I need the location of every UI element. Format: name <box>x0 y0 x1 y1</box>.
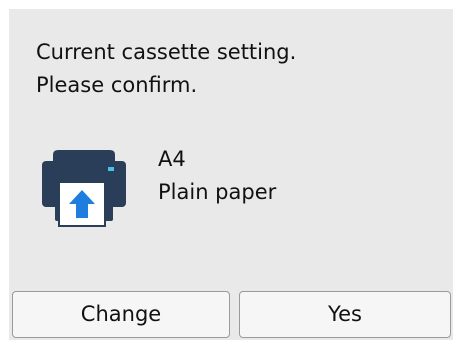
printer-paper-feed-icon <box>39 141 129 231</box>
cassette-setting: A4 Plain paper <box>158 143 276 209</box>
paper-size: A4 <box>158 147 186 171</box>
message-line-1: Current cassette setting. <box>36 40 297 64</box>
yes-button[interactable]: Yes <box>239 291 451 338</box>
paper-type: Plain paper <box>158 180 277 204</box>
change-button[interactable]: Change <box>12 291 230 338</box>
message-line-2: Please confirm. <box>36 73 198 97</box>
confirmation-message: Current cassette setting. Please confirm… <box>36 36 296 102</box>
